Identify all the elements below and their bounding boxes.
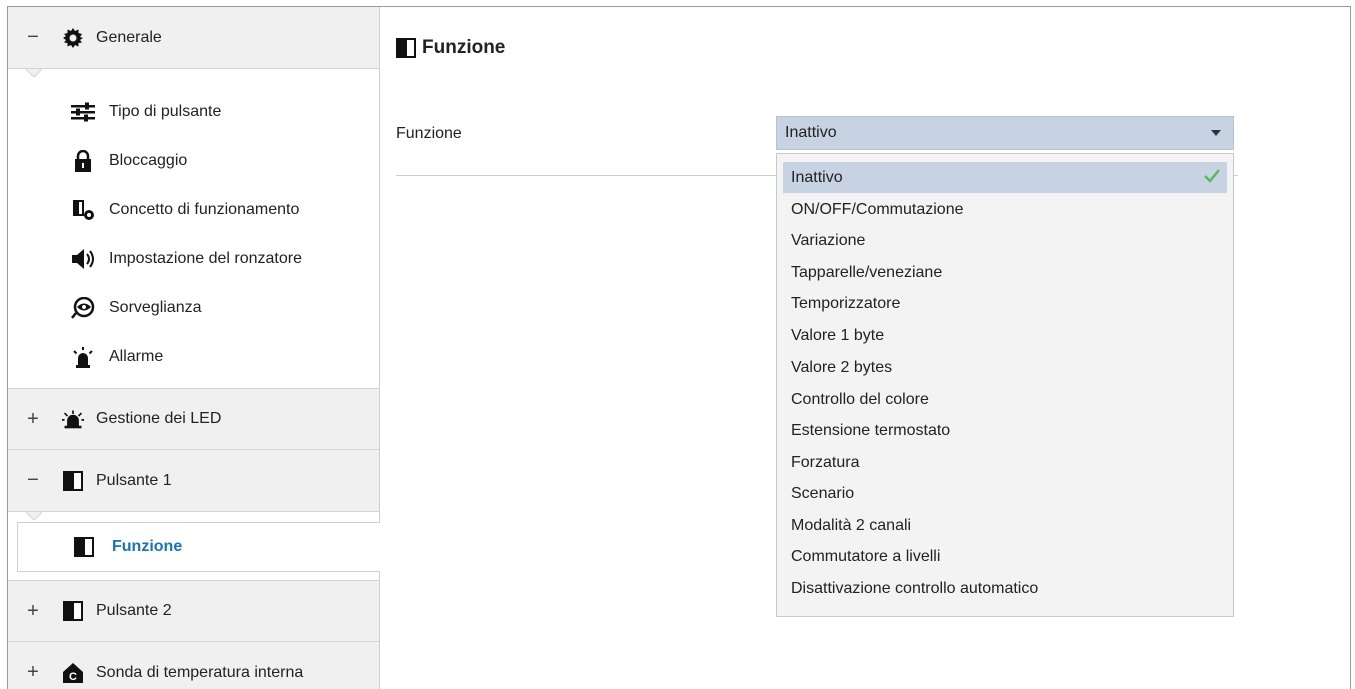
collapse-toggle[interactable]: − bbox=[8, 469, 58, 492]
tree-notch bbox=[26, 69, 42, 77]
option-label: Controllo del colore bbox=[791, 390, 929, 408]
half-square-icon bbox=[62, 600, 84, 622]
gear-icon bbox=[62, 27, 84, 49]
sidebar-item-sorveglianza[interactable]: Sorveglianza bbox=[70, 293, 202, 323]
sidebar: − Generale Tipo di pulsante Bloccaggio C… bbox=[8, 7, 380, 689]
sidebar-group-label: Pulsante 1 bbox=[96, 471, 172, 489]
sidebar-group-label: Gestione dei LED bbox=[96, 410, 222, 427]
dropdown-option[interactable]: Estensione termostato bbox=[783, 415, 1227, 446]
sidebar-item-label: Bloccaggio bbox=[109, 152, 188, 169]
sidebar-item-label: Impostazione del ronzatore bbox=[109, 250, 302, 267]
alarm-icon bbox=[70, 346, 96, 368]
option-label: Tapparelle/veneziane bbox=[791, 263, 943, 281]
sidebar-group-generale[interactable]: − Generale bbox=[8, 7, 379, 69]
sidebar-item-ronzatore[interactable]: Impostazione del ronzatore bbox=[70, 244, 302, 274]
option-label: Valore 1 byte bbox=[791, 326, 885, 344]
page-title-text: Funzione bbox=[422, 37, 506, 58]
sidebar-group-label: Sonda di temperatura interna bbox=[96, 663, 304, 681]
expand-toggle[interactable]: + bbox=[8, 661, 58, 684]
caret-down-icon[interactable] bbox=[1211, 130, 1221, 136]
speaker-icon bbox=[70, 248, 96, 270]
sidebar-group-label: Pulsante 2 bbox=[96, 602, 172, 619]
sidebar-item-funzione[interactable]: Funzione bbox=[17, 522, 380, 572]
dropdown-option[interactable]: Variazione bbox=[783, 225, 1227, 256]
sidebar-item-label: Sorveglianza bbox=[109, 299, 202, 316]
dropdown-option[interactable]: Valore 1 byte bbox=[783, 320, 1227, 351]
option-label: Scenario bbox=[791, 484, 855, 502]
option-label: Valore 2 bytes bbox=[791, 358, 893, 376]
sidebar-item-allarme[interactable]: Allarme bbox=[70, 342, 163, 372]
half-square-icon bbox=[71, 536, 97, 558]
option-label: Modalità 2 canali bbox=[791, 516, 912, 534]
option-label: Forzatura bbox=[791, 453, 860, 471]
sidebar-item-label: Allarme bbox=[109, 348, 164, 365]
option-label: Variazione bbox=[791, 231, 866, 249]
dropdown-option[interactable]: Scenario bbox=[783, 478, 1227, 509]
dropdown-option[interactable]: Controllo del colore bbox=[783, 384, 1227, 415]
half-square-icon bbox=[396, 38, 416, 58]
svg-text:C: C bbox=[69, 671, 77, 683]
dropdown-option[interactable]: Forzatura bbox=[783, 447, 1227, 478]
sidebar-group-pulsante-1[interactable]: − Pulsante 1 bbox=[8, 450, 379, 512]
funzione-dropdown-list: Inattivo ON/OFF/Commutazione Variazione … bbox=[776, 153, 1234, 617]
sliders-icon bbox=[70, 101, 96, 123]
eye-icon bbox=[70, 297, 96, 319]
sidebar-item-tipo-di-pulsante[interactable]: Tipo di pulsante bbox=[70, 97, 221, 127]
sidebar-item-concetto[interactable]: Concetto di funzionamento bbox=[70, 195, 299, 225]
expand-toggle[interactable]: + bbox=[8, 600, 58, 623]
thermo-house-icon: C bbox=[62, 662, 84, 684]
sidebar-item-bloccaggio[interactable]: Bloccaggio bbox=[70, 146, 187, 176]
dropdown-option[interactable]: ON/OFF/Commutazione bbox=[783, 194, 1227, 225]
funzione-field-label: Funzione bbox=[396, 125, 462, 142]
expand-toggle[interactable]: + bbox=[8, 408, 58, 431]
sidebar-item-label: Funzione bbox=[112, 538, 183, 555]
option-label: Temporizzatore bbox=[791, 294, 901, 312]
led-icon bbox=[62, 408, 84, 430]
sidebar-item-label: Concetto di funzionamento bbox=[109, 201, 300, 218]
sidebar-divider bbox=[379, 572, 380, 689]
dropdown-option[interactable]: Valore 2 bytes bbox=[783, 352, 1227, 383]
app-frame: − Generale Tipo di pulsante Bloccaggio C… bbox=[7, 6, 1351, 689]
select-value: Inattivo bbox=[785, 124, 837, 141]
option-label: Disattivazione controllo automatico bbox=[791, 579, 1039, 597]
lock-icon bbox=[70, 150, 96, 172]
sidebar-divider bbox=[379, 7, 380, 522]
collapse-toggle[interactable]: − bbox=[8, 26, 58, 49]
tree-notch bbox=[26, 512, 42, 520]
sidebar-group-label: Generale bbox=[96, 28, 162, 46]
dropdown-option[interactable]: Modalità 2 canali bbox=[783, 510, 1227, 541]
dropdown-option[interactable]: Inattivo bbox=[783, 162, 1227, 193]
dropdown-option[interactable]: Temporizzatore bbox=[783, 288, 1227, 319]
half-square-icon bbox=[62, 470, 84, 492]
panel-gear-icon bbox=[70, 199, 96, 221]
page-title: Funzione bbox=[396, 37, 505, 59]
option-label: Commutatore a livelli bbox=[791, 547, 941, 565]
dropdown-option[interactable]: Tapparelle/veneziane bbox=[783, 257, 1227, 288]
sidebar-item-label: Tipo di pulsante bbox=[109, 103, 222, 120]
sidebar-group-pulsante-2[interactable]: + Pulsante 2 bbox=[8, 580, 379, 642]
dropdown-option[interactable]: Commutatore a livelli bbox=[783, 541, 1227, 572]
option-label: ON/OFF/Commutazione bbox=[791, 200, 964, 218]
funzione-select[interactable]: Inattivo bbox=[776, 116, 1234, 150]
check-icon bbox=[1203, 167, 1221, 190]
sidebar-group-sonda[interactable]: + C Sonda di temperatura interna bbox=[8, 642, 379, 689]
dropdown-option[interactable]: Disattivazione controllo automatico bbox=[783, 573, 1227, 604]
option-label: Estensione termostato bbox=[791, 421, 951, 439]
option-label: Inattivo bbox=[791, 168, 843, 186]
sidebar-group-led[interactable]: + Gestione dei LED bbox=[8, 388, 379, 450]
